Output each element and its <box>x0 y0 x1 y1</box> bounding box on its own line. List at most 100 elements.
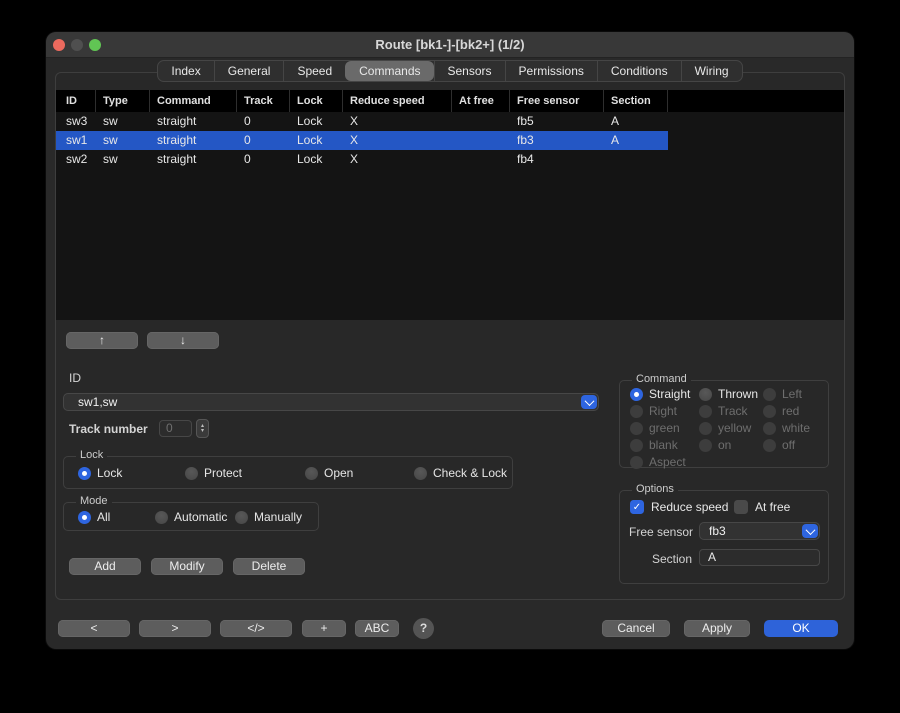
ok-button[interactable]: OK <box>764 620 838 637</box>
cell-reduce-speed: X <box>343 131 452 150</box>
commands-table: ID Type Command Track Lock Reduce speed … <box>56 90 844 320</box>
help-button[interactable]: ? <box>413 618 434 639</box>
reduce-speed-checkbox[interactable]: ✓ Reduce speed <box>630 500 728 514</box>
tab-wiring[interactable]: Wiring <box>681 61 742 81</box>
table-row-sw2[interactable]: sw2 sw straight 0 Lock X fb4 <box>56 150 844 169</box>
radio-white: white <box>763 421 810 435</box>
cell-command: straight <box>150 112 237 131</box>
titlebar[interactable]: Route [bk1-]-[bk2+] (1/2) <box>46 32 854 58</box>
chevron-down-icon <box>805 525 815 535</box>
cancel-button[interactable]: Cancel <box>602 620 670 637</box>
radio-icon <box>155 511 168 524</box>
radio-green: green <box>630 421 699 435</box>
abc-button[interactable]: ABC <box>355 620 399 637</box>
radio-aspect: Aspect <box>630 455 699 469</box>
column-header-filler <box>668 90 844 112</box>
column-header-id[interactable]: ID <box>56 90 96 112</box>
radio-all-label: All <box>97 510 110 524</box>
modify-button[interactable]: Modify <box>151 558 223 575</box>
stepper-down-icon: ▾ <box>201 429 204 434</box>
lock-group: Lock Lock Protect Open Check & Lock <box>63 456 513 489</box>
cell-lock: Lock <box>290 131 343 150</box>
window-title: Route [bk1-]-[bk2+] (1/2) <box>46 32 854 58</box>
radio-red-label: red <box>782 404 799 418</box>
id-combobox[interactable]: sw1,sw <box>63 393 599 411</box>
cell-command: straight <box>150 131 237 150</box>
radio-thrown[interactable]: Thrown <box>699 387 763 401</box>
section-field[interactable]: A <box>699 549 820 566</box>
column-header-at-free[interactable]: At free <box>452 90 510 112</box>
radio-icon <box>630 405 643 418</box>
radio-right-label: Right <box>649 404 677 418</box>
checkbox-unchecked-icon <box>734 500 748 514</box>
radio-straight-label: Straight <box>649 387 690 401</box>
radio-aspect-label: Aspect <box>649 455 686 469</box>
radio-off: off <box>763 438 810 452</box>
section-label: Section <box>652 552 692 566</box>
xml-button[interactable]: </> <box>220 620 292 637</box>
next-button[interactable]: > <box>139 620 211 637</box>
move-up-button[interactable]: ↑ <box>66 332 138 349</box>
at-free-label: At free <box>755 500 790 514</box>
move-down-button[interactable]: ↓ <box>147 332 219 349</box>
radio-lock[interactable]: Lock <box>78 466 122 480</box>
free-sensor-label: Free sensor <box>629 525 693 539</box>
plus-button[interactable]: + <box>302 620 346 637</box>
radio-icon <box>763 388 776 401</box>
tab-sensors[interactable]: Sensors <box>434 61 505 81</box>
radio-icon <box>630 439 643 452</box>
radio-right: Right <box>630 404 699 418</box>
tab-general[interactable]: General <box>214 61 284 81</box>
table-row-sw1-selected[interactable]: sw1 sw straight 0 Lock X fb3 A <box>56 131 844 150</box>
chevron-down-icon <box>584 396 594 406</box>
radio-manually[interactable]: Manually <box>235 510 302 524</box>
tab-index[interactable]: Index <box>158 61 213 81</box>
radio-automatic[interactable]: Automatic <box>155 510 227 524</box>
track-number-stepper[interactable]: ▴ ▾ <box>196 419 209 438</box>
options-group-label: Options <box>632 483 678 495</box>
tab-conditions[interactable]: Conditions <box>597 61 681 81</box>
cell-at-free <box>452 112 510 131</box>
radio-open[interactable]: Open <box>305 466 353 480</box>
add-button[interactable]: Add <box>69 558 141 575</box>
radio-all[interactable]: All <box>78 510 110 524</box>
free-sensor-dropdown-button[interactable] <box>802 524 818 538</box>
column-header-type[interactable]: Type <box>96 90 150 112</box>
column-header-section[interactable]: Section <box>604 90 668 112</box>
radio-straight[interactable]: Straight <box>630 387 699 401</box>
cell-section <box>604 150 668 169</box>
commands-tab-panel: ID Type Command Track Lock Reduce speed … <box>55 72 845 600</box>
column-header-command[interactable]: Command <box>150 90 237 112</box>
radio-lock-label: Lock <box>97 466 122 480</box>
id-combobox-dropdown-button[interactable] <box>581 395 597 409</box>
lock-group-label: Lock <box>76 449 107 461</box>
previous-button[interactable]: < <box>58 620 130 637</box>
tab-permissions[interactable]: Permissions <box>505 61 597 81</box>
cell-at-free <box>452 131 510 150</box>
apply-button[interactable]: Apply <box>684 620 750 637</box>
column-header-free-sensor[interactable]: Free sensor <box>510 90 604 112</box>
column-header-track[interactable]: Track <box>237 90 290 112</box>
track-number-field[interactable]: 0 <box>159 420 192 437</box>
radio-icon <box>699 388 712 401</box>
delete-button[interactable]: Delete <box>233 558 305 575</box>
cell-section: A <box>604 131 668 150</box>
radio-icon <box>699 439 712 452</box>
mode-group: Mode All Automatic Manually <box>63 502 319 531</box>
free-sensor-combobox[interactable]: fb3 <box>699 522 820 540</box>
radio-check-and-lock-label: Check & Lock <box>433 466 507 480</box>
radio-icon <box>763 439 776 452</box>
id-combobox-value: sw1,sw <box>78 394 117 410</box>
tab-speed[interactable]: Speed <box>283 61 345 81</box>
free-sensor-value: fb3 <box>709 523 726 539</box>
mode-group-label: Mode <box>76 495 112 507</box>
column-header-lock[interactable]: Lock <box>290 90 343 112</box>
radio-check-and-lock[interactable]: Check & Lock <box>414 466 507 480</box>
column-header-reduce-speed[interactable]: Reduce speed <box>343 90 452 112</box>
tab-commands[interactable]: Commands <box>345 61 433 81</box>
cell-section: A <box>604 112 668 131</box>
at-free-checkbox[interactable]: At free <box>734 500 790 514</box>
radio-protect[interactable]: Protect <box>185 466 242 480</box>
table-row-sw3[interactable]: sw3 sw straight 0 Lock X fb5 A <box>56 112 844 131</box>
radio-blank: blank <box>630 438 699 452</box>
